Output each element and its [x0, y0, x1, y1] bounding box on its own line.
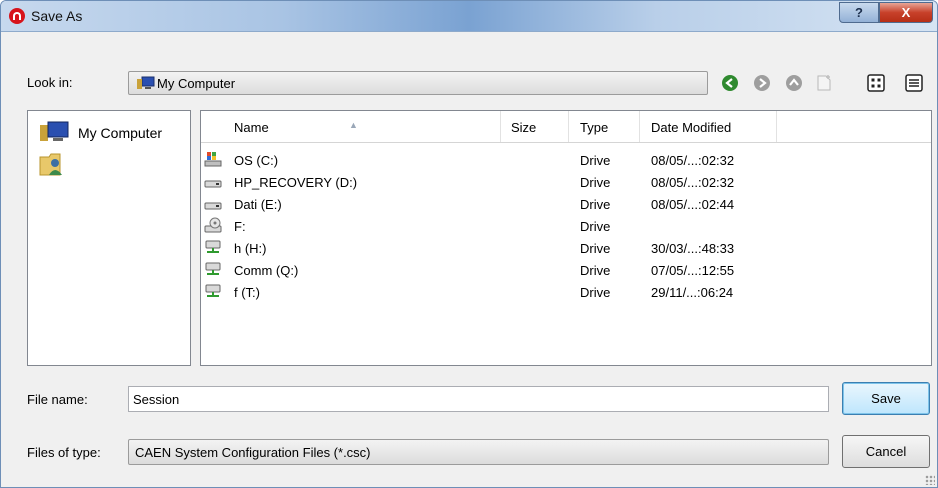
- table-row[interactable]: f (T:) Drive 29/11/...:06:24: [201, 281, 931, 303]
- table-row[interactable]: OS (C:) Drive 08/05/...:02:32: [201, 149, 931, 171]
- places-sidebar: My Computer: [27, 110, 191, 366]
- table-row[interactable]: Comm (Q:) Drive 07/05/...:12:55: [201, 259, 931, 281]
- save-as-dialog: Save As ? X Look in: My Computer My Comp…: [0, 0, 938, 488]
- sidebar-item-my-computer[interactable]: My Computer: [38, 121, 188, 143]
- forward-icon[interactable]: [753, 74, 771, 92]
- table-row[interactable]: h (H:) Drive 30/03/...:48:33: [201, 237, 931, 259]
- detail-view-icon[interactable]: [905, 74, 923, 92]
- computer-icon: [137, 76, 155, 89]
- hard-drive-icon: [204, 202, 222, 210]
- close-button[interactable]: X: [879, 2, 933, 23]
- column-header-size[interactable]: Size: [501, 111, 569, 142]
- look-in-value: My Computer: [157, 76, 236, 91]
- system-drive-icon: [204, 152, 222, 167]
- look-in-label: Look in:: [27, 75, 73, 90]
- file-list[interactable]: ▲ Name Size Type Date Modified OS (C:) D…: [200, 110, 932, 366]
- up-icon[interactable]: [785, 74, 803, 92]
- network-drive-icon: [205, 284, 221, 297]
- network-drive-icon: [205, 240, 221, 253]
- files-of-type-combo[interactable]: CAEN System Configuration Files (*.csc): [128, 439, 829, 465]
- column-header-date-modified[interactable]: Date Modified: [640, 111, 777, 142]
- list-view-icon[interactable]: [867, 74, 885, 92]
- sidebar-item-label: My Computer: [78, 125, 163, 141]
- title-bar: Save As ? X: [1, 1, 937, 32]
- column-header-type[interactable]: Type: [569, 111, 640, 142]
- table-row[interactable]: HP_RECOVERY (D:) Drive 08/05/...:02:32: [201, 171, 931, 193]
- file-name-input[interactable]: [128, 386, 829, 412]
- files-of-type-label: Files of type:: [27, 445, 101, 460]
- look-in-combo[interactable]: My Computer: [128, 71, 708, 95]
- back-icon[interactable]: [721, 74, 739, 92]
- file-list-header: ▲ Name Size Type Date Modified: [201, 111, 931, 143]
- network-drive-icon: [205, 262, 221, 275]
- user-folder-icon: [39, 153, 62, 176]
- app-logo-icon: [9, 8, 25, 24]
- window-title: Save As: [31, 8, 83, 24]
- hard-drive-icon: [204, 180, 222, 188]
- computer-icon: [40, 121, 69, 141]
- files-of-type-value: CAEN System Configuration Files (*.csc): [135, 445, 371, 460]
- resize-grip-icon[interactable]: [925, 475, 935, 485]
- cancel-button[interactable]: Cancel: [842, 435, 930, 468]
- help-button[interactable]: ?: [839, 2, 879, 23]
- table-row[interactable]: F: Drive: [201, 215, 931, 237]
- column-header-name[interactable]: ▲ Name: [201, 111, 501, 142]
- sort-ascending-icon: ▲: [349, 120, 358, 130]
- sidebar-item-user-folder[interactable]: [38, 151, 78, 176]
- file-name-label: File name:: [27, 392, 88, 407]
- new-folder-icon[interactable]: [815, 74, 833, 92]
- optical-drive-icon: [204, 217, 222, 233]
- table-row[interactable]: Dati (E:) Drive 08/05/...:02:44: [201, 193, 931, 215]
- save-button[interactable]: Save: [842, 382, 930, 415]
